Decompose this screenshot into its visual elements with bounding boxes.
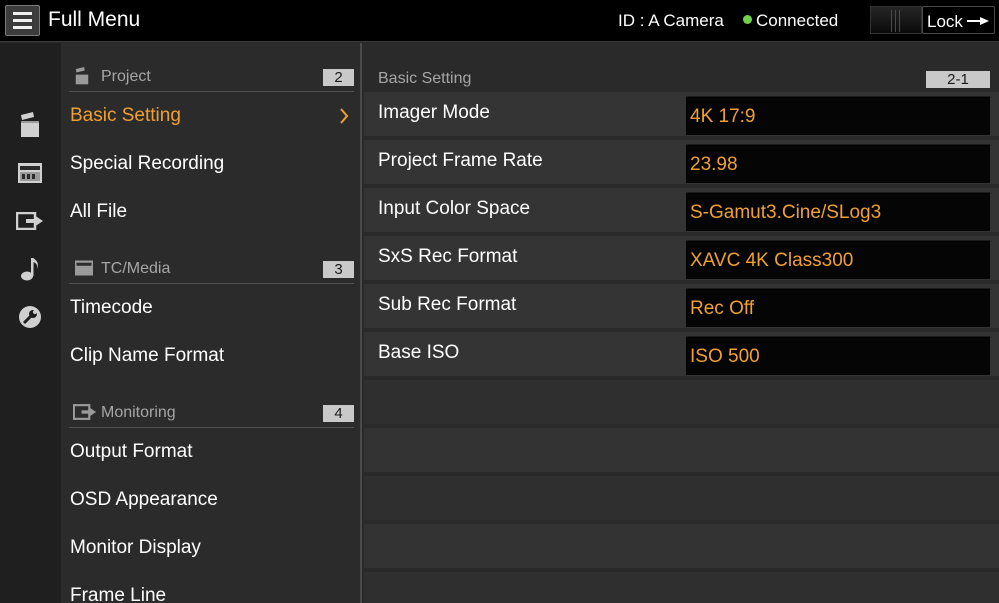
lock-label: Lock	[927, 12, 963, 31]
setting-row-base-iso[interactable]: Base ISO ISO 500	[364, 332, 999, 378]
menu-item-all-file[interactable]: All File	[70, 192, 360, 232]
setting-row-empty	[364, 572, 999, 603]
setting-row-empty	[364, 428, 999, 474]
menu-item-output-format[interactable]: Output Format	[70, 432, 360, 472]
menu-item-label: OSD Appearance	[70, 489, 218, 510]
category-number: 4	[323, 405, 354, 422]
monitoring-output-icon	[73, 402, 97, 422]
chevron-right-icon	[340, 108, 349, 124]
category-number: 2	[323, 69, 354, 86]
settings-header: Basic Setting 2-1	[372, 67, 990, 91]
menu-item-label: All File	[70, 201, 128, 222]
category-header-tc-media: TC/Media 3	[69, 256, 354, 284]
menu-item-basic-setting[interactable]: Basic Setting	[70, 96, 360, 136]
maintenance-wrench-icon[interactable]	[15, 302, 45, 332]
setting-label: Base ISO	[378, 342, 460, 363]
hamburger-icon[interactable]	[5, 5, 40, 36]
category-label: Monitoring	[101, 404, 176, 421]
menu-item-timecode[interactable]: Timecode	[70, 288, 360, 328]
monitoring-output-icon[interactable]	[15, 206, 45, 236]
setting-value[interactable]: XAVC 4K Class300	[686, 240, 990, 279]
connection-status: Connected	[756, 11, 839, 30]
menu-item-label: Output Format	[70, 441, 193, 462]
menu-item-label: Timecode	[70, 297, 153, 318]
setting-label: Imager Mode	[378, 102, 490, 123]
setting-row-empty	[364, 476, 999, 522]
menu-item-label: Clip Name Format	[70, 345, 225, 366]
setting-label: Input Color Space	[378, 198, 531, 219]
category-header-project: Project 2	[69, 64, 354, 92]
setting-value[interactable]: 4K 17:9	[686, 96, 990, 135]
settings-panel: Basic Setting 2-1 Imager Mode 4K 17:9 Pr…	[364, 43, 999, 603]
camera-id: ID : A Camera	[618, 11, 724, 30]
setting-value[interactable]: S-Gamut3.Cine/SLog3	[686, 192, 990, 231]
menu-item-label: Basic Setting	[70, 105, 181, 126]
setting-row-empty	[364, 380, 999, 426]
settings-title: Basic Setting	[378, 70, 472, 87]
setting-row-imager-mode[interactable]: Imager Mode 4K 17:9	[364, 92, 999, 138]
setting-row-input-color-space[interactable]: Input Color Space S-Gamut3.Cine/SLog3	[364, 188, 999, 234]
connection-status-dot-icon	[743, 15, 752, 24]
setting-row-empty	[364, 524, 999, 570]
full-menu-screen: Full Menu ID : A Camera Connected Lock P…	[0, 0, 999, 603]
lock-slider-track[interactable]	[870, 6, 922, 34]
setting-value[interactable]: Rec Off	[686, 288, 990, 327]
menu-item-label: Special Recording	[70, 153, 225, 174]
lock-arrow-icon	[967, 17, 989, 25]
project-clapper-icon[interactable]	[15, 110, 45, 140]
title-bar: Full Menu ID : A Camera Connected Lock	[0, 0, 999, 42]
category-label: TC/Media	[101, 260, 171, 277]
menu-item-frame-line[interactable]: Frame Line	[70, 576, 360, 603]
menu-item-label: Frame Line	[70, 585, 167, 603]
setting-value[interactable]: ISO 500	[686, 336, 990, 375]
setting-value[interactable]: 23.98	[686, 144, 990, 183]
tc-media-icon[interactable]	[15, 158, 45, 188]
category-icon-bar	[0, 43, 61, 603]
setting-label: Sub Rec Format	[378, 294, 517, 315]
category-number: 3	[323, 261, 354, 278]
setting-row-sub-rec-format[interactable]: Sub Rec Format Rec Off	[364, 284, 999, 330]
page-title: Full Menu	[48, 8, 141, 31]
setting-label: Project Frame Rate	[378, 150, 543, 171]
project-clapper-icon	[73, 66, 97, 86]
menu-item-osd-appearance[interactable]: OSD Appearance	[70, 480, 360, 520]
settings-page-number: 2-1	[926, 71, 990, 88]
lock-button[interactable]: Lock	[922, 6, 995, 34]
menu-item-clip-name-format[interactable]: Clip Name Format	[70, 336, 360, 376]
menu-item-monitor-display[interactable]: Monitor Display	[70, 528, 360, 568]
category-header-monitoring: Monitoring 4	[69, 400, 354, 428]
menu-item-label: Monitor Display	[70, 537, 201, 558]
menu-item-special-recording[interactable]: Special Recording	[70, 144, 360, 184]
category-list: Project 2 Basic Setting Special Recordin…	[61, 43, 362, 603]
tc-media-icon	[73, 258, 97, 278]
audio-note-icon[interactable]	[15, 254, 45, 284]
category-label: Project	[101, 68, 151, 85]
setting-label: SxS Rec Format	[378, 246, 518, 267]
setting-row-project-frame-rate[interactable]: Project Frame Rate 23.98	[364, 140, 999, 186]
setting-row-sxs-rec-format[interactable]: SxS Rec Format XAVC 4K Class300	[364, 236, 999, 282]
